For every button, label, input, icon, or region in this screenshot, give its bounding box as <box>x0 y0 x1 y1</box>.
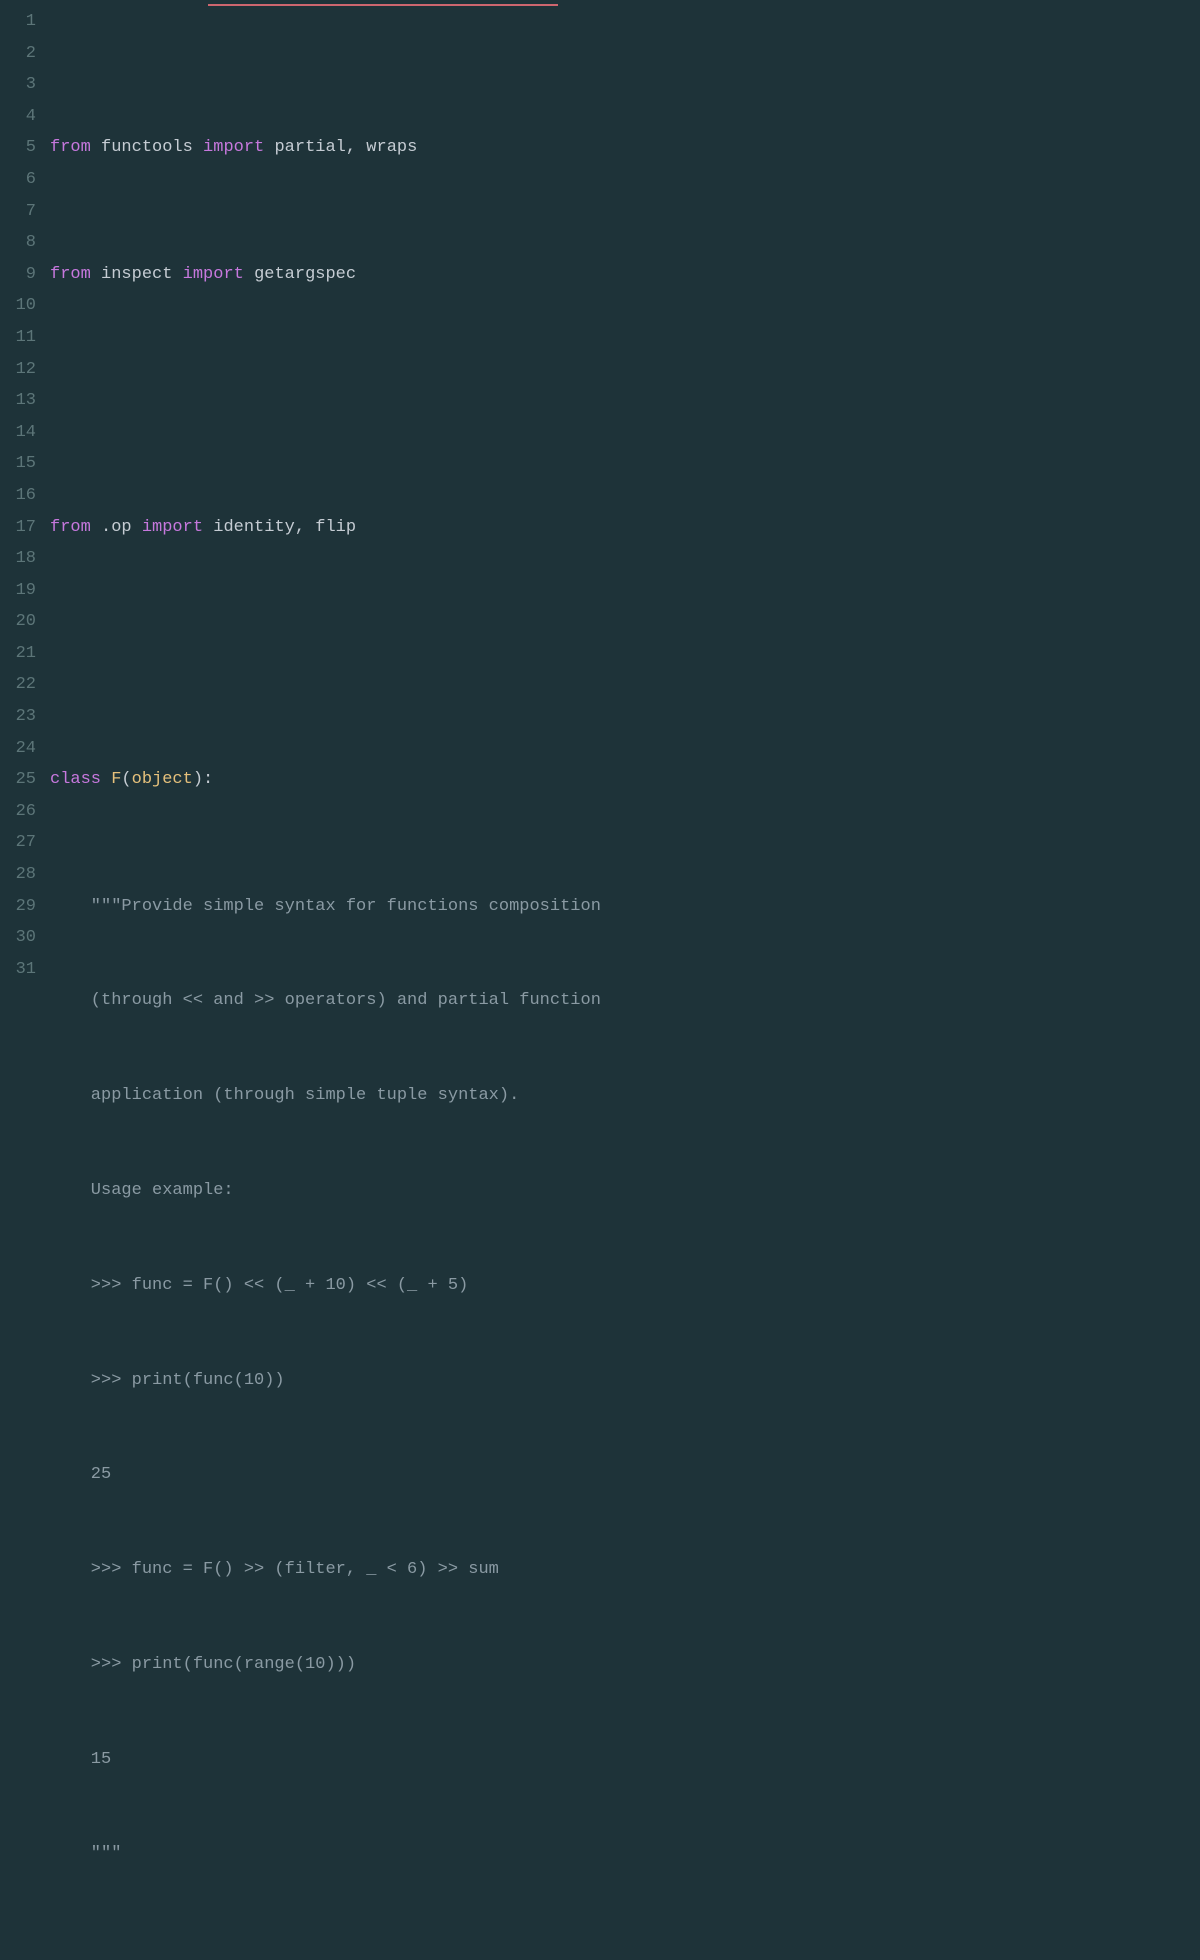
line-number: 13 <box>0 385 36 417</box>
line-number: 11 <box>0 322 36 354</box>
line-number: 14 <box>0 417 36 449</box>
error-underline <box>208 4 558 6</box>
imported-name: flip <box>315 518 356 537</box>
line-number: 6 <box>0 164 36 196</box>
code-editor[interactable]: 1 2 3 4 5 6 7 8 9 10 11 12 13 14 15 16 1… <box>0 0 1200 980</box>
code-line[interactable]: class F(object): <box>50 764 1200 796</box>
line-number: 16 <box>0 480 36 512</box>
keyword-from: from <box>50 138 91 157</box>
line-number: 7 <box>0 196 36 228</box>
docstring-line: >>> func = F() << (_ + 10) << (_ + 5) <box>50 1270 1200 1302</box>
line-number: 26 <box>0 796 36 828</box>
line-number: 9 <box>0 259 36 291</box>
line-number: 10 <box>0 290 36 322</box>
docstring-line: (through << and >> operators) and partia… <box>50 985 1200 1017</box>
docstring-line: >>> print(func(range(10))) <box>50 1649 1200 1681</box>
docstring-line: """Provide simple syntax for functions c… <box>50 891 1200 923</box>
line-number: 30 <box>0 922 36 954</box>
code-line-blank[interactable] <box>50 638 1200 670</box>
docstring-line: 15 <box>50 1744 1200 1776</box>
docstring-line: 25 <box>50 1459 1200 1491</box>
module-name: .op <box>101 518 132 537</box>
code-line[interactable]: from inspect import getargspec <box>50 259 1200 291</box>
line-number: 22 <box>0 669 36 701</box>
keyword-class: class <box>50 770 111 789</box>
imported-name: partial <box>274 138 345 157</box>
line-number: 17 <box>0 512 36 544</box>
module-name: inspect <box>101 265 172 284</box>
class-name: F <box>111 770 121 789</box>
line-number: 12 <box>0 354 36 386</box>
line-number: 3 <box>0 69 36 101</box>
code-line[interactable]: from .op import identity, flip <box>50 512 1200 544</box>
imported-name: identity <box>213 518 295 537</box>
code-line-blank[interactable] <box>50 385 1200 417</box>
line-number: 1 <box>0 6 36 38</box>
line-number-gutter: 1 2 3 4 5 6 7 8 9 10 11 12 13 14 15 16 1… <box>0 0 50 980</box>
keyword-import: import <box>132 518 214 537</box>
docstring-line: Usage example: <box>50 1175 1200 1207</box>
keyword-from: from <box>50 518 91 537</box>
line-number: 21 <box>0 638 36 670</box>
line-number: 31 <box>0 954 36 986</box>
line-number: 19 <box>0 575 36 607</box>
imported-name: getargspec <box>254 265 356 284</box>
base-class: object <box>132 770 193 789</box>
line-number: 5 <box>0 132 36 164</box>
keyword-from: from <box>50 265 91 284</box>
line-number: 2 <box>0 38 36 70</box>
docstring-line: """ <box>50 1838 1200 1870</box>
docstring-line: >>> print(func(10)) <box>50 1365 1200 1397</box>
imported-name: wraps <box>366 138 417 157</box>
line-number: 27 <box>0 827 36 859</box>
code-line[interactable]: from functools import partial, wraps <box>50 132 1200 164</box>
line-number: 18 <box>0 543 36 575</box>
keyword-import: import <box>172 265 254 284</box>
line-number: 25 <box>0 764 36 796</box>
line-number: 24 <box>0 733 36 765</box>
line-number: 4 <box>0 101 36 133</box>
code-area[interactable]: from functools import partial, wraps fro… <box>50 0 1200 980</box>
line-number: 8 <box>0 227 36 259</box>
keyword-import: import <box>193 138 275 157</box>
docstring-line: >>> func = F() >> (filter, _ < 6) >> sum <box>50 1554 1200 1586</box>
line-number: 23 <box>0 701 36 733</box>
line-number: 15 <box>0 448 36 480</box>
line-number: 20 <box>0 606 36 638</box>
line-number: 28 <box>0 859 36 891</box>
module-name: functools <box>101 138 193 157</box>
docstring-line: application (through simple tuple syntax… <box>50 1080 1200 1112</box>
line-number: 29 <box>0 891 36 923</box>
